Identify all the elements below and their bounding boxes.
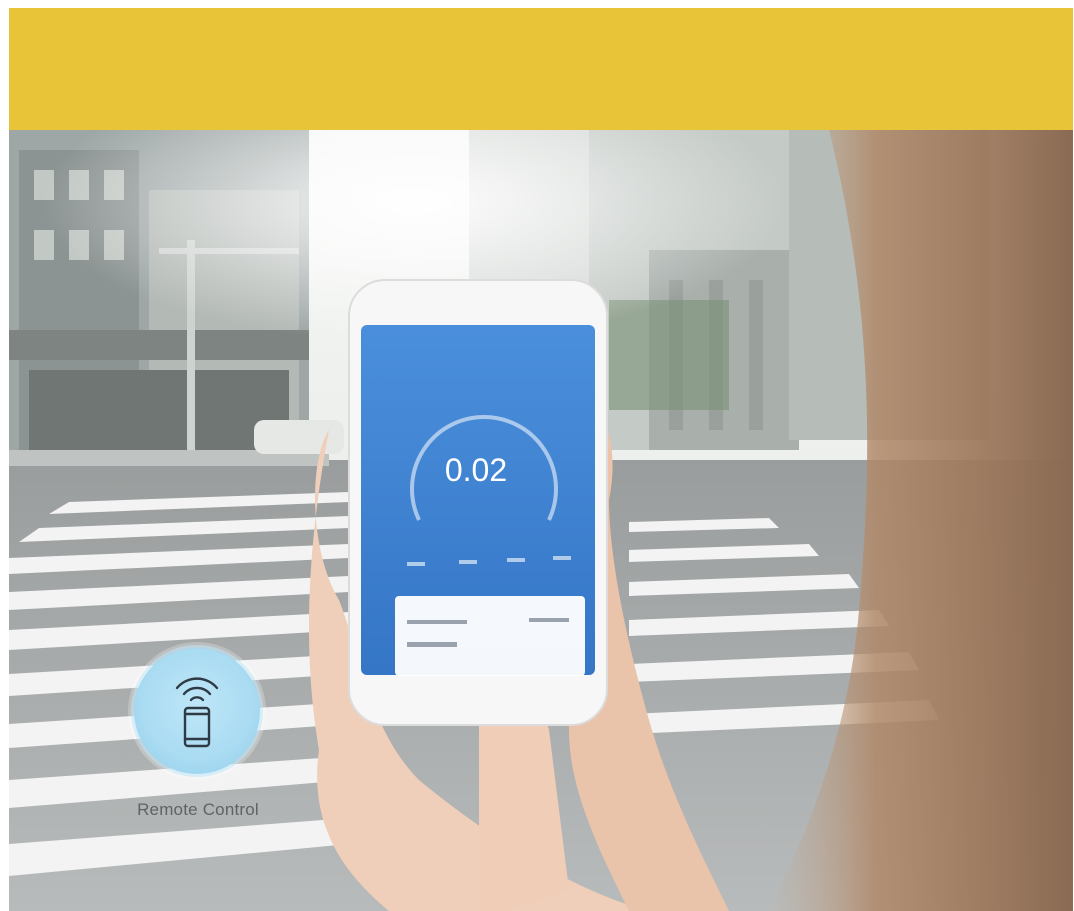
gauge-reading: 0.02: [445, 452, 507, 488]
yellow-banner: [9, 8, 1073, 130]
remote-control-badge: [134, 648, 260, 774]
street-photo: 0.02: [9, 130, 1073, 911]
phone-wifi-icon: [175, 677, 219, 748]
remote-control-label: Remote Control: [137, 800, 259, 819]
